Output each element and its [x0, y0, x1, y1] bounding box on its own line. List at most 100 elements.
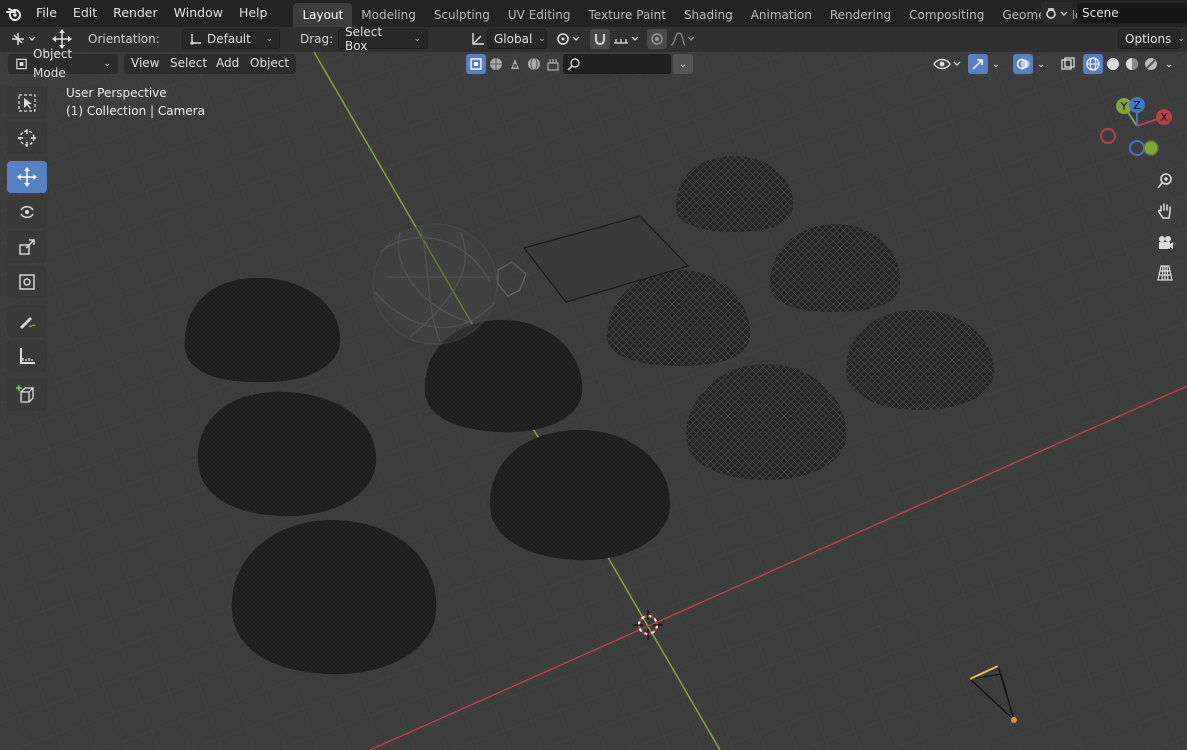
menu-file[interactable]: File	[28, 0, 65, 27]
tool-measure[interactable]	[7, 340, 47, 372]
bush-solid[interactable]	[231, 519, 437, 675]
pan-button[interactable]	[1152, 198, 1178, 224]
view-menu[interactable]: View	[124, 54, 167, 74]
overlays-toggle[interactable]	[1013, 54, 1033, 74]
gizmo-dropdown[interactable]: ⌄	[989, 54, 1003, 74]
shading-wireframe-button[interactable]	[1083, 54, 1103, 74]
tool-scale[interactable]	[7, 231, 47, 263]
eye-icon	[933, 58, 961, 70]
drag-label: Drag:	[300, 32, 334, 46]
orientation-dropdown[interactable]: Default ⌄	[182, 29, 280, 49]
chevron-down-icon: ⌄	[1036, 58, 1046, 70]
gizmo-icon	[972, 59, 983, 70]
tool-rotate[interactable]	[7, 196, 47, 228]
tab-compositing[interactable]: Compositing	[900, 3, 993, 27]
light-filter-icon[interactable]	[506, 55, 524, 73]
shading-dropdown[interactable]: ⌄	[1162, 54, 1176, 74]
tab-layout[interactable]: Layout	[293, 3, 353, 27]
object-mode-icon	[16, 58, 27, 70]
tool-select-box[interactable]	[7, 87, 47, 119]
gizmo-z-label: Z	[1133, 99, 1141, 112]
solid-sphere-icon	[1107, 58, 1119, 70]
filter-options-dropdown[interactable]: ⌄	[673, 54, 693, 74]
tool-transform[interactable]	[7, 266, 47, 298]
neg-z-handle[interactable]	[1129, 140, 1145, 156]
zoom-button[interactable]	[1152, 168, 1178, 194]
3d-cursor-tool-icon	[18, 129, 36, 147]
overlays-icon	[1016, 58, 1030, 70]
tool-annotate[interactable]	[7, 305, 47, 337]
drag-dropdown[interactable]: Select Box ⌄	[338, 25, 428, 53]
tab-animation[interactable]: Animation	[742, 3, 821, 27]
tab-uv-editing[interactable]: UV Editing	[499, 3, 580, 27]
tab-shading[interactable]: Shading	[675, 3, 742, 27]
gizmo-toggle[interactable]	[968, 54, 988, 74]
pivot-point-dropdown[interactable]	[553, 29, 583, 49]
neg-y-handle[interactable]	[1143, 140, 1159, 156]
snap-target-dropdown[interactable]	[611, 29, 641, 49]
gizmo-x-label: X	[1160, 111, 1168, 124]
other-filter-icon[interactable]	[544, 55, 562, 73]
chevron-down-icon: ⌄	[538, 34, 546, 44]
chevron-down-icon: ⌄	[1177, 34, 1185, 44]
search-input[interactable]	[563, 54, 671, 74]
chevron-down-icon: ⌄	[991, 58, 1001, 70]
material-sphere-icon	[1126, 58, 1138, 70]
viewport-scene	[0, 52, 1187, 750]
chevron-down-icon: ⌄	[1164, 58, 1174, 70]
falloff-dropdown[interactable]	[669, 29, 697, 49]
visibility-dropdown[interactable]	[932, 54, 962, 74]
chevron-down-icon: ⌄	[678, 58, 688, 70]
menu-edit[interactable]: Edit	[65, 0, 105, 27]
neg-x-handle[interactable]	[1100, 128, 1116, 144]
orientation-value: Default	[207, 32, 251, 46]
shading-rendered-button[interactable]	[1141, 54, 1161, 74]
shading-material-button[interactable]	[1122, 54, 1142, 74]
menu-render[interactable]: Render	[105, 0, 166, 27]
add-menu[interactable]: Add	[209, 54, 247, 74]
navigation-gizmo[interactable]: X Y Z	[1094, 92, 1178, 162]
tool-settings-header: Orientation: Default ⌄ Drag: Select Box …	[0, 25, 1187, 53]
proportional-editing-toggle[interactable]	[647, 29, 667, 49]
tab-sculpting[interactable]: Sculpting	[425, 3, 499, 27]
magnet-icon	[594, 34, 606, 46]
snap-toggle[interactable]	[590, 29, 610, 49]
material-filter-icon[interactable]	[487, 55, 505, 73]
mesh-filter-toggle[interactable]	[466, 54, 486, 74]
tab-texture-paint[interactable]: Texture Paint	[580, 3, 675, 27]
floor-grid	[0, 52, 1187, 750]
menu-help[interactable]: Help	[231, 0, 276, 27]
tool-add-cube[interactable]	[7, 379, 47, 411]
scene-browse-button[interactable]	[1041, 2, 1073, 24]
toggle-perspective-button[interactable]	[1152, 260, 1178, 286]
scene-name-field[interactable]: Scene	[1077, 3, 1187, 23]
add-cube-icon	[16, 385, 35, 403]
tool-move[interactable]	[7, 161, 47, 193]
viewport-header: Object Mode ⌄ View Select Add Object ⌄ ⌄…	[0, 47, 1187, 80]
shading-solid-button[interactable]	[1103, 54, 1123, 74]
select-menu[interactable]: Select	[163, 54, 215, 74]
camera-view-button[interactable]	[1152, 230, 1178, 256]
tab-rendering[interactable]: Rendering	[821, 3, 900, 27]
tool-cursor[interactable]	[7, 122, 47, 154]
camera-icon	[1159, 236, 1173, 249]
overlays-dropdown[interactable]: ⌄	[1034, 54, 1048, 74]
snap-increment-icon	[614, 36, 639, 44]
xray-icon	[1061, 57, 1075, 70]
chevron-down-icon: ⌄	[265, 34, 273, 44]
3d-viewport[interactable]: User Perspective (1) Collection | Camera…	[0, 52, 1187, 750]
rendered-sphere-icon	[1145, 58, 1157, 70]
rotate-icon	[20, 205, 34, 219]
blender-logo-icon[interactable]	[0, 0, 28, 27]
xray-toggle[interactable]	[1058, 54, 1078, 74]
menu-window[interactable]: Window	[166, 0, 231, 27]
object-menu[interactable]: Object	[243, 54, 297, 74]
tab-modeling[interactable]: Modeling	[352, 3, 425, 27]
mode-dropdown[interactable]: Object Mode ⌄	[8, 47, 118, 80]
transform-orientation-dropdown[interactable]: Global ⌄	[487, 29, 547, 49]
world-filter-icon[interactable]	[525, 55, 543, 73]
options-dropdown[interactable]: Options ⌄	[1118, 29, 1185, 49]
pencil-icon	[20, 317, 36, 329]
scale-icon	[19, 239, 35, 255]
scene-selector: Scene	[1041, 2, 1187, 24]
